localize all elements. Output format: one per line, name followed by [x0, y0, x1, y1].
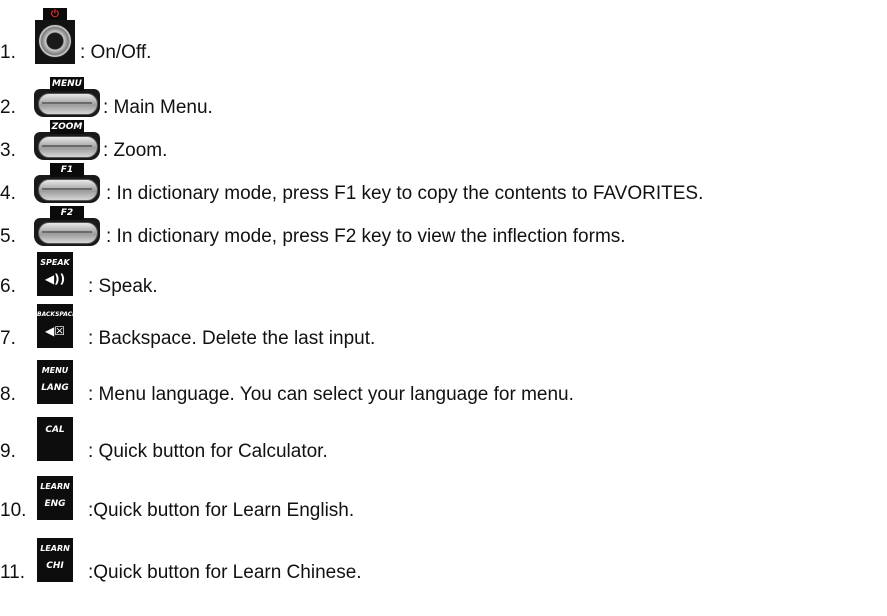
list-item-on-off: 1. ⏻ : On/Off. [0, 8, 887, 66]
list-item-backspace: 7. BACKSPACE ◀☒ : Backspace. Delete the … [0, 304, 887, 352]
item-number: 8. [0, 384, 16, 405]
item-description: :Quick button for Learn English. [88, 500, 355, 521]
item-description: : Zoom. [103, 140, 168, 161]
learn-eng-key-icon: LEARN ENG [37, 476, 73, 520]
item-number: 4. [0, 183, 16, 204]
item-description: : Speak. [88, 276, 158, 297]
speak-key-icon: SPEAK ◀)) [37, 252, 73, 296]
item-description: : In dictionary mode, press F1 key to co… [106, 183, 704, 204]
item-description: : Backspace. Delete the last input. [88, 328, 376, 349]
menu-key-icon: MENU [32, 77, 102, 121]
item-number: 6. [0, 276, 16, 297]
item-description: : In dictionary mode, press F2 key to vi… [106, 226, 626, 247]
f2-key-icon: F2 [32, 206, 102, 250]
list-item-speak: 6. SPEAK ◀)) : Speak. [0, 252, 887, 300]
power-button-icon: ⏻ [35, 8, 75, 66]
item-number: 1. [0, 42, 16, 63]
item-description: : Main Menu. [103, 97, 213, 118]
item-number: 11. [0, 562, 26, 583]
item-number: 2. [0, 97, 16, 118]
list-item-zoom: 3. ZOOM : Zoom. [0, 120, 887, 164]
cal-key-icon: CAL [37, 417, 73, 461]
item-number: 7. [0, 328, 16, 349]
f1-key-icon: F1 [32, 163, 102, 207]
item-number: 3. [0, 140, 16, 161]
item-description: : Quick button for Calculator. [88, 441, 328, 462]
item-number: 9. [0, 441, 16, 462]
list-item-f2: 5. F2 : In dictionary mode, press F2 key… [0, 206, 887, 250]
learn-chi-key-icon: LEARN CHI [37, 538, 73, 582]
item-description: :Quick button for Learn Chinese. [88, 562, 362, 583]
item-description: : Menu language. You can select your lan… [88, 384, 574, 405]
list-item-calculator: 9. CAL : Quick button for Calculator. [0, 415, 887, 465]
item-number: 10. [0, 500, 27, 521]
list-item-learn-chinese: 11. LEARN CHI :Quick button for Learn Ch… [0, 534, 887, 586]
list-item-f1: 4. F1 : In dictionary mode, press F1 key… [0, 163, 887, 207]
zoom-key-icon: ZOOM [32, 120, 102, 164]
list-item-learn-english: 10. LEARN ENG :Quick button for Learn En… [0, 472, 887, 524]
item-number: 5. [0, 226, 16, 247]
list-item-main-menu: 2. MENU : Main Menu. [0, 77, 887, 121]
item-description: : On/Off. [80, 42, 152, 63]
list-item-menu-language: 8. MENU LANG : Menu language. You can se… [0, 358, 887, 408]
backspace-key-icon: BACKSPACE ◀☒ [37, 304, 76, 348]
menu-lang-key-icon: MENU LANG [37, 360, 73, 404]
